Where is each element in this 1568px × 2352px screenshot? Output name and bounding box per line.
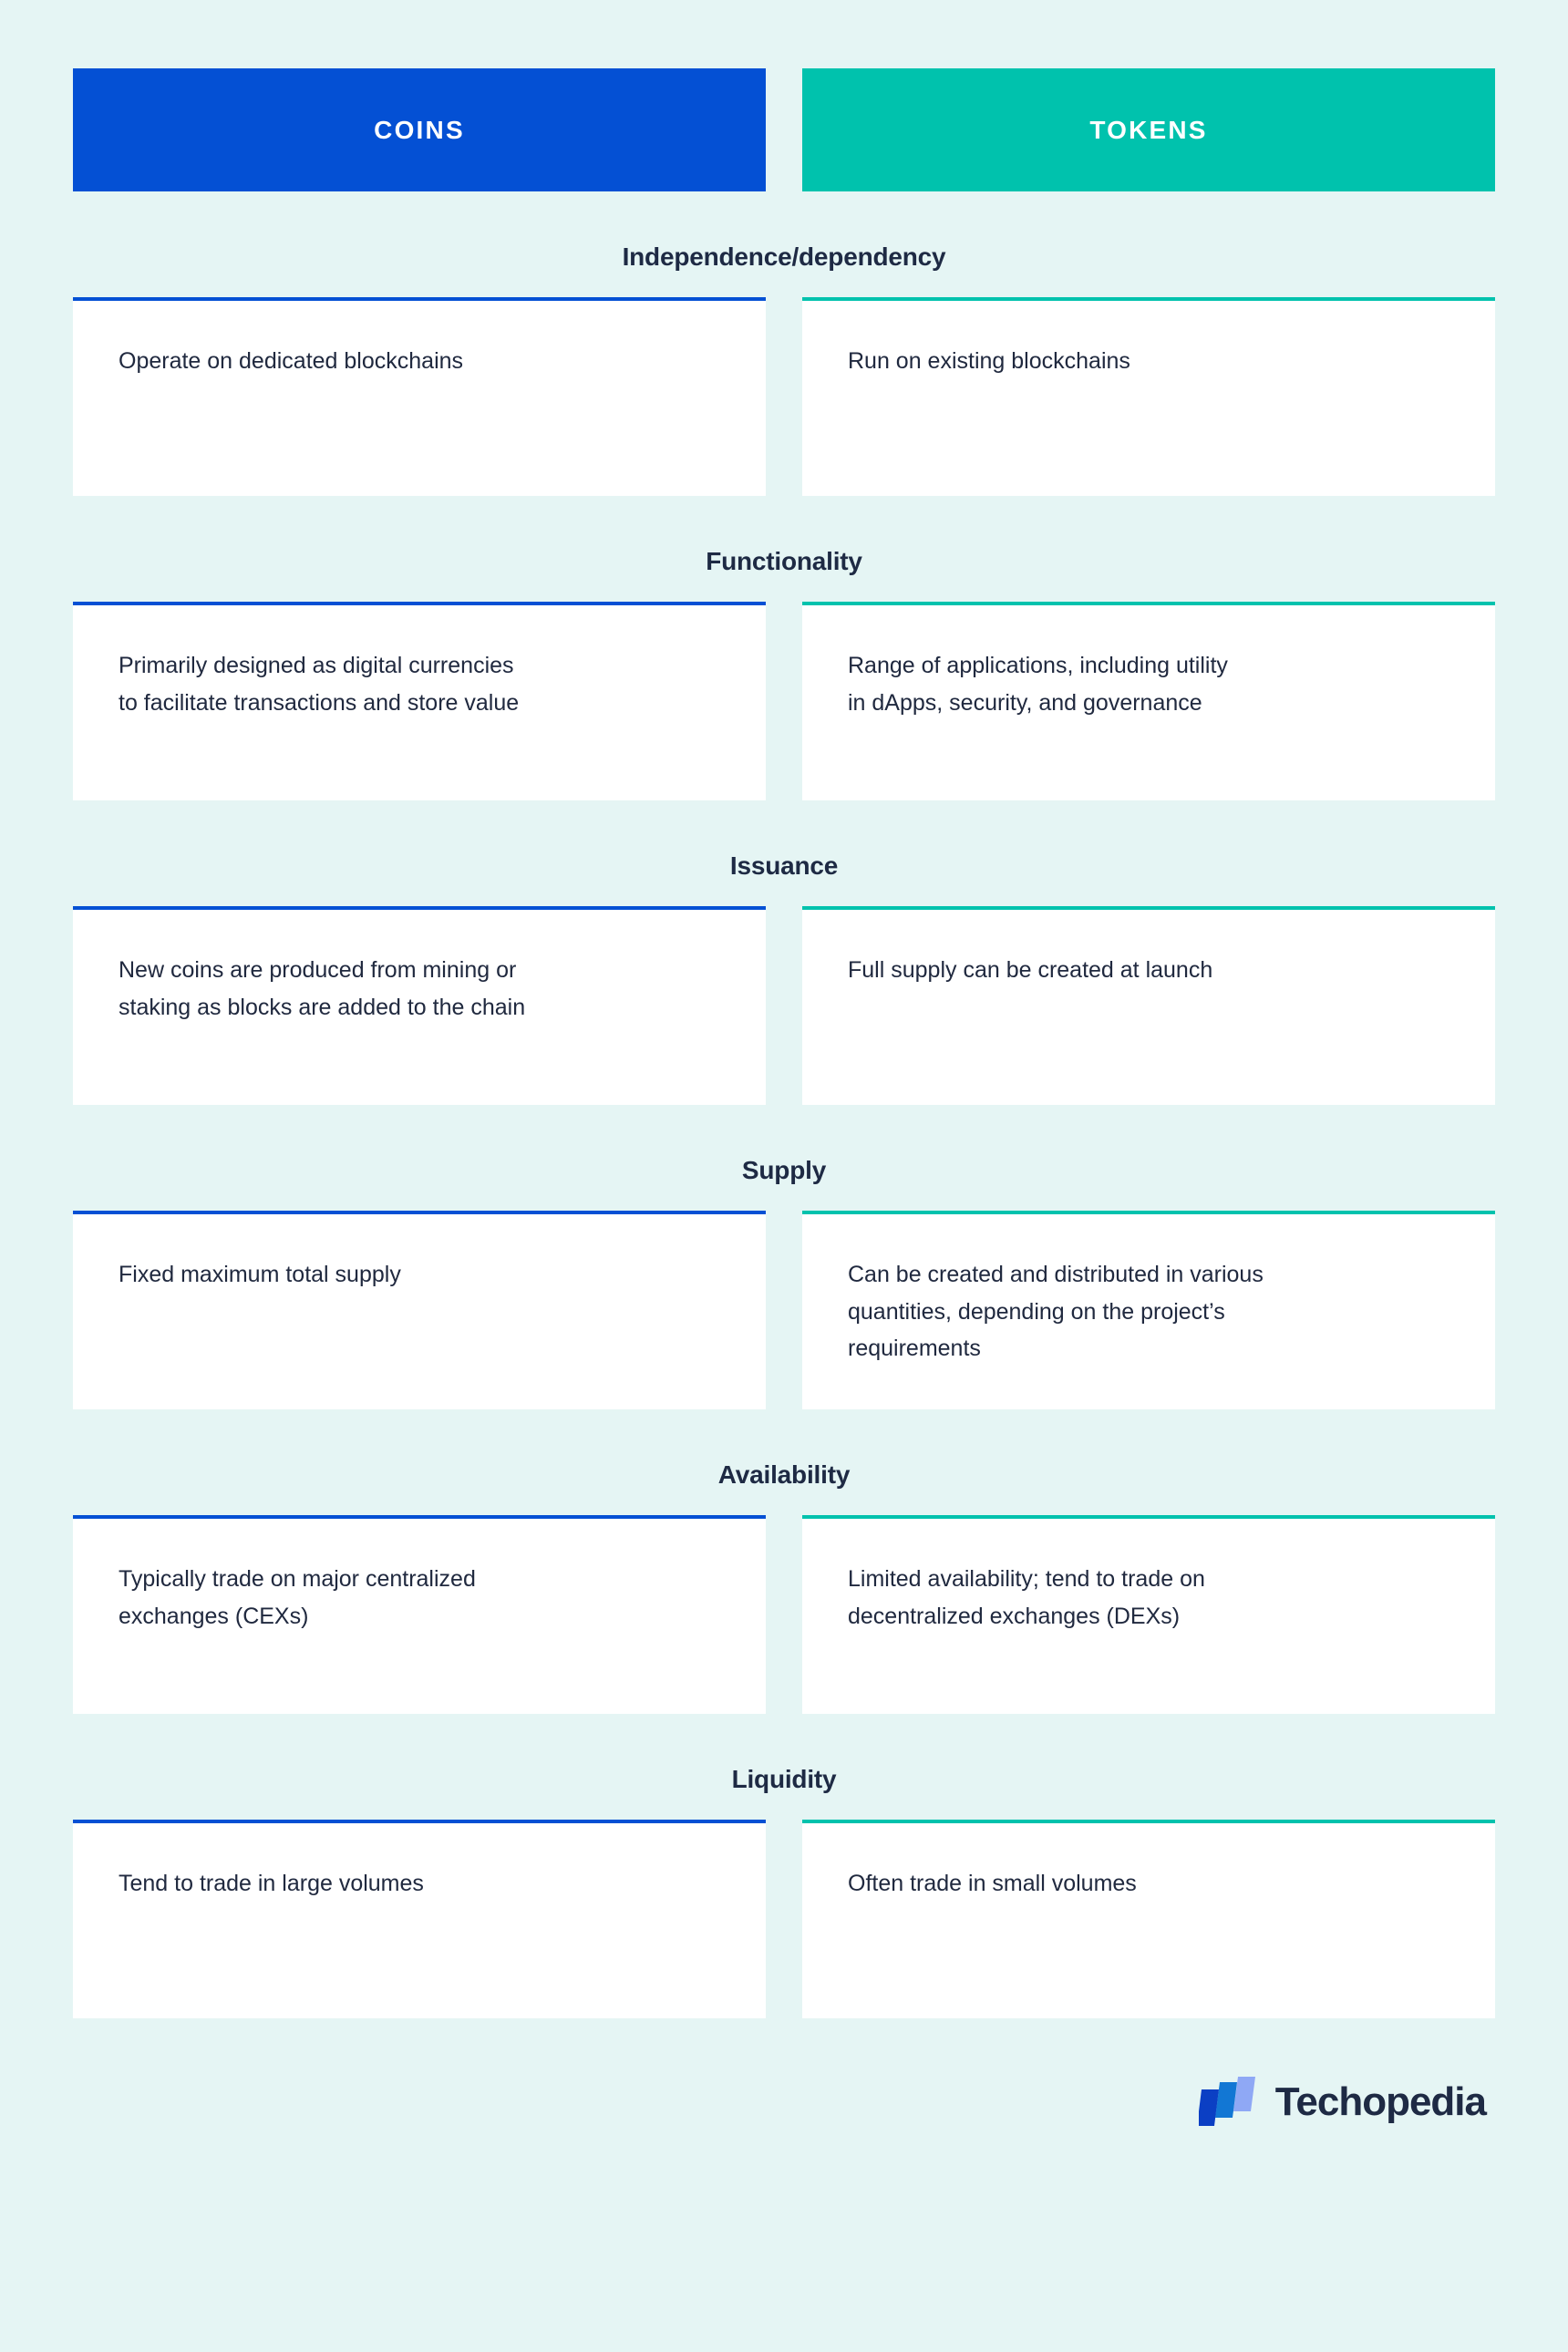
section-cards: Tend to trade in large volumes Often tra… <box>73 1820 1495 2018</box>
card-coins: Tend to trade in large volumes <box>73 1820 766 2018</box>
comparison-infographic: COINS TOKENS Independence/dependency Ope… <box>0 0 1568 2352</box>
card-text: Limited availability; tend to trade on d… <box>848 1566 1205 1629</box>
footer: Techopedia <box>73 2018 1495 2130</box>
card-tokens: Limited availability; tend to trade on d… <box>802 1515 1495 1714</box>
card-coins: New coins are produced from mining or st… <box>73 906 766 1105</box>
section-independence-dependency: Independence/dependency Operate on dedic… <box>73 191 1495 496</box>
card-tokens: Full supply can be created at launch <box>802 906 1495 1105</box>
techopedia-wordmark: Techopedia <box>1274 2079 1487 2124</box>
card-text: Primarily designed as digital currencies… <box>119 653 520 716</box>
comparison-header: COINS TOKENS <box>73 0 1495 191</box>
section-availability: Availability Typically trade on major ce… <box>73 1409 1495 1714</box>
column-header-coins: COINS <box>73 68 766 191</box>
card-text: Typically trade on major centralized exc… <box>119 1566 476 1629</box>
section-cards: New coins are produced from mining or st… <box>73 906 1495 1105</box>
card-tokens: Often trade in small volumes <box>802 1820 1495 2018</box>
section-cards: Operate on dedicated blockchains Run on … <box>73 297 1495 496</box>
card-text: Often trade in small volumes <box>848 1871 1137 1896</box>
section-supply: Supply Fixed maximum total supply Can be… <box>73 1105 1495 1409</box>
section-liquidity: Liquidity Tend to trade in large volumes… <box>73 1714 1495 2018</box>
section-title: Functionality <box>706 547 862 575</box>
card-text: New coins are produced from mining or st… <box>119 957 526 1020</box>
card-tokens: Run on existing blockchains <box>802 297 1495 496</box>
section-title: Liquidity <box>731 1765 837 1793</box>
card-coins: Typically trade on major centralized exc… <box>73 1515 766 1714</box>
card-text: Tend to trade in large volumes <box>119 1871 424 1896</box>
card-coins: Operate on dedicated blockchains <box>73 297 766 496</box>
card-coins: Primarily designed as digital currencies… <box>73 602 766 800</box>
section-cards: Typically trade on major centralized exc… <box>73 1515 1495 1714</box>
techopedia-logo: Techopedia <box>1198 2075 1487 2130</box>
section-title: Availability <box>717 1460 851 1489</box>
card-text: Run on existing blockchains <box>848 348 1130 374</box>
section-title: Issuance <box>729 851 839 880</box>
card-tokens: Range of applications, including utility… <box>802 602 1495 800</box>
column-header-tokens: TOKENS <box>802 68 1495 191</box>
card-tokens: Can be created and distributed in variou… <box>802 1211 1495 1409</box>
card-coins: Fixed maximum total supply <box>73 1211 766 1409</box>
section-cards: Primarily designed as digital currencies… <box>73 602 1495 800</box>
card-text: Fixed maximum total supply <box>119 1262 401 1287</box>
section-functionality: Functionality Primarily designed as digi… <box>73 496 1495 800</box>
card-text: Full supply can be created at launch <box>848 957 1213 983</box>
column-header-tokens-label: TOKENS <box>1089 115 1208 144</box>
card-text: Can be created and distributed in variou… <box>848 1262 1264 1361</box>
section-title: Independence/dependency <box>622 242 946 271</box>
card-text: Range of applications, including utility… <box>848 653 1228 716</box>
column-header-coins-label: COINS <box>374 115 465 144</box>
section-title: Supply <box>741 1156 827 1184</box>
techopedia-logo-icon <box>1198 2077 1255 2126</box>
section-cards: Fixed maximum total supply Can be create… <box>73 1211 1495 1409</box>
section-issuance: Issuance New coins are produced from min… <box>73 800 1495 1105</box>
card-text: Operate on dedicated blockchains <box>119 348 464 374</box>
